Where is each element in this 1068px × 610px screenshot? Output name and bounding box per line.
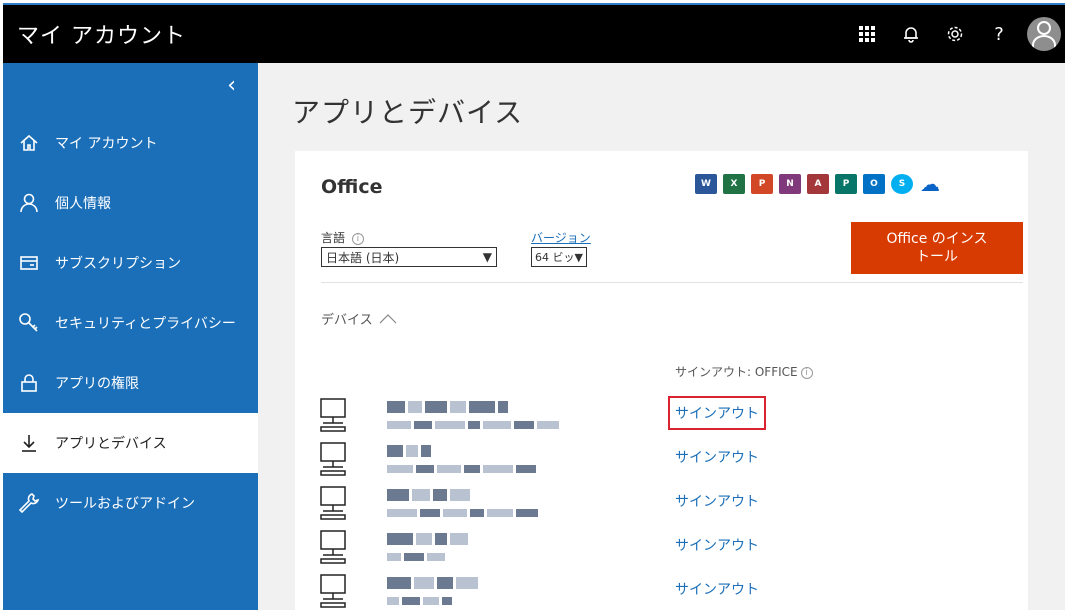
- signout-link[interactable]: サインアウト: [675, 535, 759, 555]
- app-launcher-icon[interactable]: [845, 4, 889, 64]
- device-detail-redacted: [387, 597, 455, 605]
- device-row: サインアウト: [319, 441, 1019, 485]
- powerpoint-icon: P: [751, 174, 773, 194]
- device-row: サインアウト: [319, 485, 1019, 529]
- top-bar: マイ アカウント ?: [0, 0, 1068, 70]
- office-title: Office: [321, 176, 383, 198]
- signout-header-text: サインアウト: OFFICE: [675, 365, 798, 379]
- sidebar-item-label: サブスクリプション: [55, 256, 181, 272]
- sidebar-item-subscriptions[interactable]: サブスクリプション: [3, 233, 258, 293]
- chevron-up-icon: [379, 313, 397, 323]
- avatar-icon[interactable]: [1027, 17, 1061, 51]
- install-button-line1: Office のインス: [886, 231, 988, 247]
- lock-icon: [3, 373, 55, 393]
- sidebar-item-label: マイ アカウント: [55, 136, 158, 152]
- sidebar-item-label: ツールおよびアドイン: [55, 496, 195, 512]
- device-name-redacted: [387, 533, 471, 545]
- sidebar: ‹ マイ アカウント 個人情報 サブスクリプション セキュリティとプライバシー …: [3, 63, 258, 610]
- device-row: サインアウト: [319, 396, 1019, 441]
- device-detail-redacted: [387, 553, 448, 561]
- app-title[interactable]: マイ アカウント: [3, 18, 845, 50]
- devices-toggle[interactable]: デバイス: [321, 309, 397, 328]
- info-icon[interactable]: i: [351, 232, 364, 245]
- device-detail-redacted: [387, 421, 562, 429]
- signout-link[interactable]: サインアウト: [668, 396, 766, 430]
- page-title: アプリとデバイス: [292, 96, 524, 129]
- wrench-icon: [3, 492, 55, 514]
- sidebar-item-apps-devices[interactable]: アプリとデバイス: [3, 413, 258, 473]
- info-icon[interactable]: i: [800, 366, 813, 379]
- onenote-icon: N: [779, 174, 801, 194]
- device-detail-redacted: [387, 465, 539, 473]
- excel-icon: X: [723, 174, 745, 194]
- language-value: 日本語 (日本): [326, 250, 400, 265]
- onedrive-icon: ☁: [920, 172, 940, 196]
- dropdown-arrow-icon: ▼: [574, 250, 583, 264]
- skype-icon: S: [891, 174, 913, 194]
- office-app-icons: W X P N A P O S ☁: [695, 172, 941, 196]
- bell-icon[interactable]: [889, 4, 933, 64]
- collapse-chevron-icon[interactable]: ‹: [227, 73, 236, 98]
- device-name-redacted: [387, 489, 473, 501]
- signout-link[interactable]: サインアウト: [675, 447, 759, 467]
- install-button-line2: トール: [915, 249, 958, 265]
- divider: [321, 282, 1023, 283]
- device-name-redacted: [387, 445, 434, 457]
- desktop-pc-icon: [320, 530, 346, 564]
- download-icon: [3, 433, 55, 453]
- device-name-redacted: [387, 401, 511, 413]
- signout-link[interactable]: サインアウト: [675, 491, 759, 511]
- desktop-pc-icon: [320, 442, 346, 476]
- word-icon: W: [695, 174, 717, 194]
- sidebar-item-app-permissions[interactable]: アプリの権限: [3, 353, 258, 413]
- main-content: アプリとデバイス Office W X P N A P O S ☁ 言語 i 日…: [258, 63, 1065, 610]
- sidebar-item-label: アプリとデバイス: [55, 436, 167, 452]
- language-label: 言語 i: [321, 229, 364, 246]
- dropdown-arrow-icon: ▼: [482, 250, 492, 264]
- office-card: Office W X P N A P O S ☁ 言語 i 日本語 (日本) ▼ …: [295, 151, 1028, 610]
- sidebar-item-security-privacy[interactable]: セキュリティとプライバシー: [3, 293, 258, 353]
- device-row: サインアウト: [319, 529, 1019, 573]
- top-icons: ?: [845, 5, 1065, 63]
- version-select[interactable]: 64 ビッ ▼: [531, 247, 587, 267]
- sidebar-item-label: 個人情報: [55, 196, 111, 212]
- sidebar-item-personal-info[interactable]: 個人情報: [3, 173, 258, 233]
- home-icon: [3, 133, 55, 153]
- key-icon: [3, 312, 55, 334]
- sidebar-item-my-account[interactable]: マイ アカウント: [3, 113, 258, 173]
- help-icon[interactable]: ?: [977, 4, 1021, 64]
- desktop-pc-icon: [320, 486, 346, 520]
- card-icon: [3, 253, 55, 273]
- device-name-redacted: [387, 577, 481, 589]
- access-icon: A: [807, 174, 829, 194]
- sidebar-nav: マイ アカウント 個人情報 サブスクリプション セキュリティとプライバシー アプ…: [3, 113, 258, 533]
- publisher-icon: P: [835, 174, 857, 194]
- desktop-pc-icon: [320, 574, 346, 608]
- signout-link[interactable]: サインアウト: [675, 579, 759, 599]
- outlook-icon: O: [863, 174, 885, 194]
- sidebar-item-tools-addins[interactable]: ツールおよびアドイン: [3, 473, 258, 533]
- top-bar-inner: マイ アカウント ?: [3, 3, 1065, 63]
- desktop-pc-icon: [320, 398, 346, 432]
- person-icon: [3, 193, 55, 213]
- signout-header: サインアウト: OFFICE i: [675, 363, 813, 380]
- device-row: サインアウト: [319, 573, 1019, 610]
- sidebar-item-label: アプリの権限: [55, 376, 139, 392]
- sidebar-item-label: セキュリティとプライバシー: [55, 316, 236, 332]
- version-link[interactable]: バージョン: [531, 229, 591, 246]
- version-value: 64 ビッ: [535, 251, 575, 264]
- language-select[interactable]: 日本語 (日本) ▼: [321, 247, 497, 267]
- devices-label: デバイス: [321, 313, 373, 328]
- install-office-button[interactable]: Office のインス トール: [851, 222, 1023, 274]
- gear-icon[interactable]: [933, 4, 977, 64]
- device-detail-redacted: [387, 509, 541, 517]
- language-label-text: 言語: [321, 231, 346, 245]
